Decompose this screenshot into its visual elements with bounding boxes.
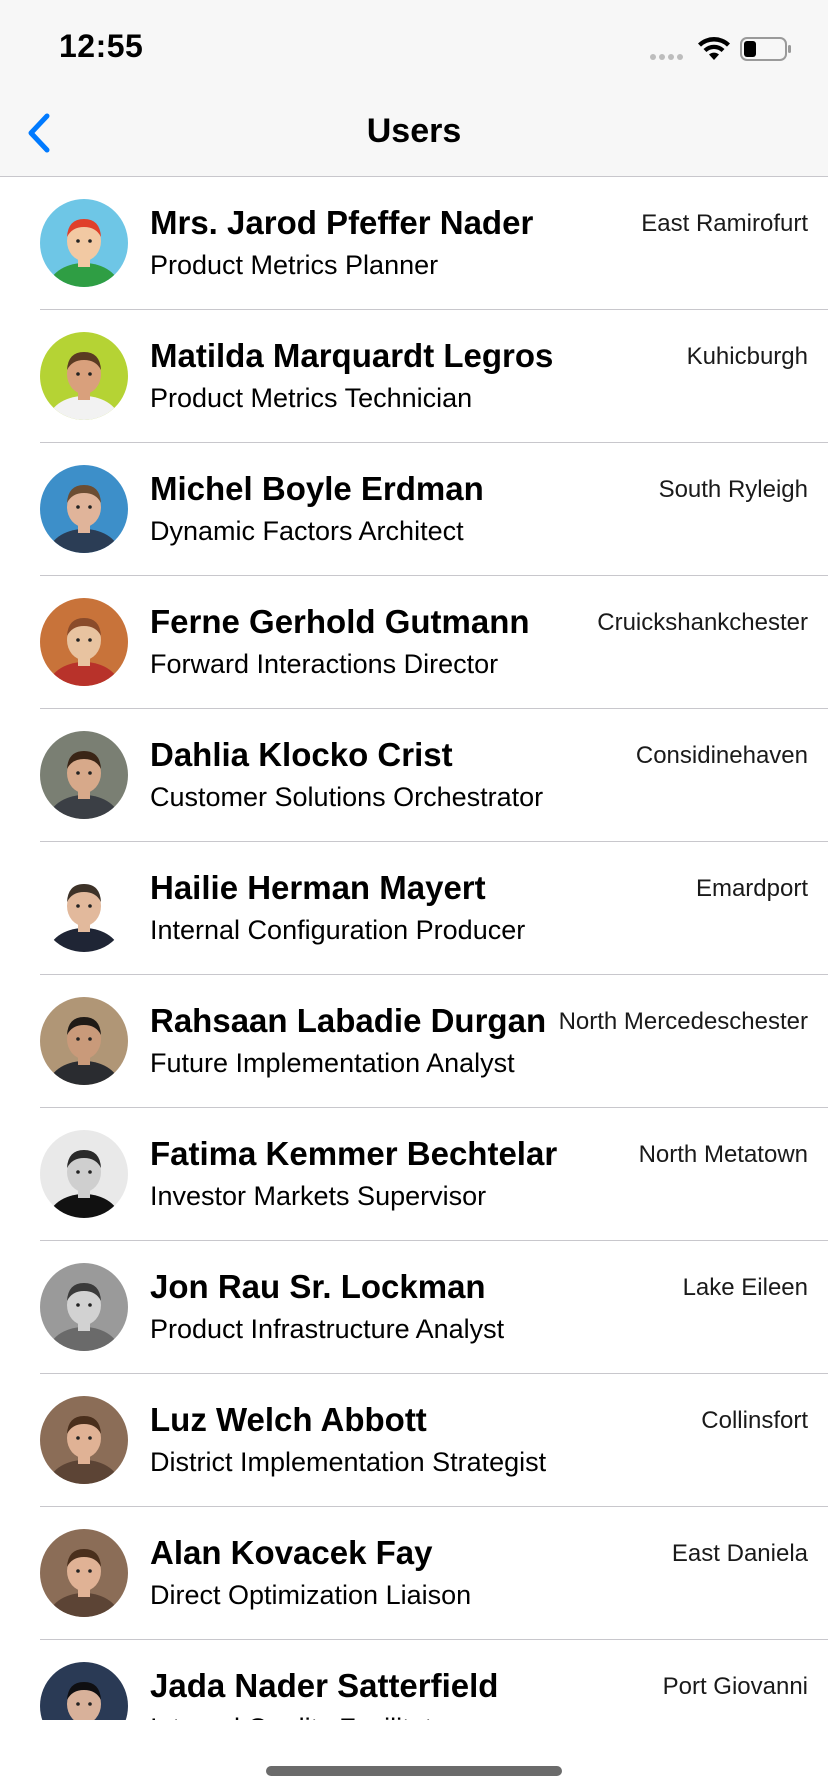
user-job-title: Customer Solutions Orchestrator <box>150 782 544 812</box>
user-city: Lake Eileen <box>682 1274 808 1301</box>
user-job-title: Future Implementation Analyst <box>150 1048 515 1078</box>
user-row[interactable]: Michel Boyle Erdman Dynamic Factors Archi… <box>0 443 828 576</box>
user-name: Dahlia Klocko Crist <box>150 736 453 773</box>
user-row[interactable]: Jada Nader Satterfield Internal Quality F… <box>0 1640 828 1720</box>
user-name: Rahsaan Labadie Durgan <box>150 1002 547 1039</box>
user-name: Jon Rau Sr. Lockman <box>150 1268 486 1305</box>
user-city: Emardport <box>695 875 808 902</box>
user-row[interactable]: Hailie Herman Mayert Internal Configurati… <box>0 842 828 975</box>
user-city: South Ryleigh <box>658 476 808 503</box>
user-job-title: Investor Markets Supervisor <box>150 1181 487 1211</box>
user-row[interactable]: Dahlia Klocko Crist Customer Solutions Or… <box>0 709 828 842</box>
user-job-title: Product Metrics Technician <box>150 383 473 413</box>
avatar <box>40 1263 128 1351</box>
page-title: Users <box>366 112 462 150</box>
cellular-signal-icon <box>650 54 683 60</box>
user-name: Michel Boyle Erdman <box>150 470 484 507</box>
user-row[interactable]: Alan Kovacek Fay Direct Optimization Liai… <box>0 1507 828 1640</box>
user-city: East Ramirofurt <box>641 210 808 237</box>
user-city: North Metatown <box>638 1141 808 1168</box>
avatar <box>40 1396 128 1484</box>
user-name: Fatima Kemmer Bechtelar <box>150 1135 558 1172</box>
avatar <box>40 1529 128 1617</box>
user-city: North Mercedeschester <box>558 1008 808 1035</box>
avatar <box>40 332 128 420</box>
user-name: Alan Kovacek Fay <box>150 1534 433 1571</box>
avatar <box>40 465 128 553</box>
user-row[interactable]: Rahsaan Labadie Durgan Future Implementat… <box>0 975 828 1108</box>
avatar <box>40 864 128 952</box>
user-row[interactable]: Luz Welch Abbott District Implementation … <box>0 1374 828 1507</box>
home-indicator[interactable] <box>266 1766 562 1776</box>
user-job-title: Internal Configuration Producer <box>150 915 526 945</box>
user-row[interactable]: Matilda Marquardt Legros Product Metrics … <box>0 310 828 443</box>
battery-icon <box>740 37 791 61</box>
user-row[interactable]: Mrs. Jarod Pfeffer Nader Product Metrics … <box>0 177 828 310</box>
user-city: Kuhicburgh <box>686 343 808 370</box>
avatar <box>40 997 128 1085</box>
user-name: Luz Welch Abbott <box>150 1401 427 1438</box>
user-list[interactable]: Mrs. Jarod Pfeffer Nader Product Metrics … <box>0 177 828 1720</box>
user-row[interactable]: Fatima Kemmer Bechtelar Investor Markets … <box>0 1108 828 1241</box>
user-name: Mrs. Jarod Pfeffer Nader <box>150 204 534 241</box>
avatar <box>40 731 128 819</box>
user-job-title: Direct Optimization Liaison <box>150 1580 472 1610</box>
user-name: Hailie Herman Mayert <box>150 869 486 906</box>
avatar <box>40 598 128 686</box>
user-job-title: Product Infrastructure Analyst <box>150 1314 505 1344</box>
user-job-title: District Implementation Strategist <box>150 1447 547 1477</box>
avatar <box>40 199 128 287</box>
user-city: Collinsfort <box>701 1407 808 1434</box>
navigation-bar: Users <box>0 94 828 177</box>
user-row[interactable]: Ferne Gerhold Gutmann Forward Interaction… <box>0 576 828 709</box>
user-job-title: Dynamic Factors Architect <box>150 516 464 546</box>
user-city: Cruickshankchester <box>597 609 808 636</box>
user-name: Matilda Marquardt Legros <box>150 337 554 374</box>
user-name: Ferne Gerhold Gutmann <box>150 603 530 640</box>
user-job-title: Internal Quality Facilitator <box>150 1713 456 1720</box>
user-name: Jada Nader Satterfield <box>150 1667 499 1704</box>
user-row[interactable]: Jon Rau Sr. Lockman Product Infrastructur… <box>0 1241 828 1374</box>
status-bar: 12:55 <box>0 0 828 94</box>
avatar <box>40 1130 128 1218</box>
avatar <box>40 1662 128 1720</box>
user-job-title: Product Metrics Planner <box>150 250 439 280</box>
user-job-title: Forward Interactions Director <box>150 649 499 679</box>
user-city: Port Giovanni <box>662 1673 808 1700</box>
user-city: East Daniela <box>671 1540 808 1567</box>
user-city: Considinehaven <box>635 742 808 769</box>
wifi-icon <box>698 37 730 60</box>
status-time: 12:55 <box>59 28 144 64</box>
